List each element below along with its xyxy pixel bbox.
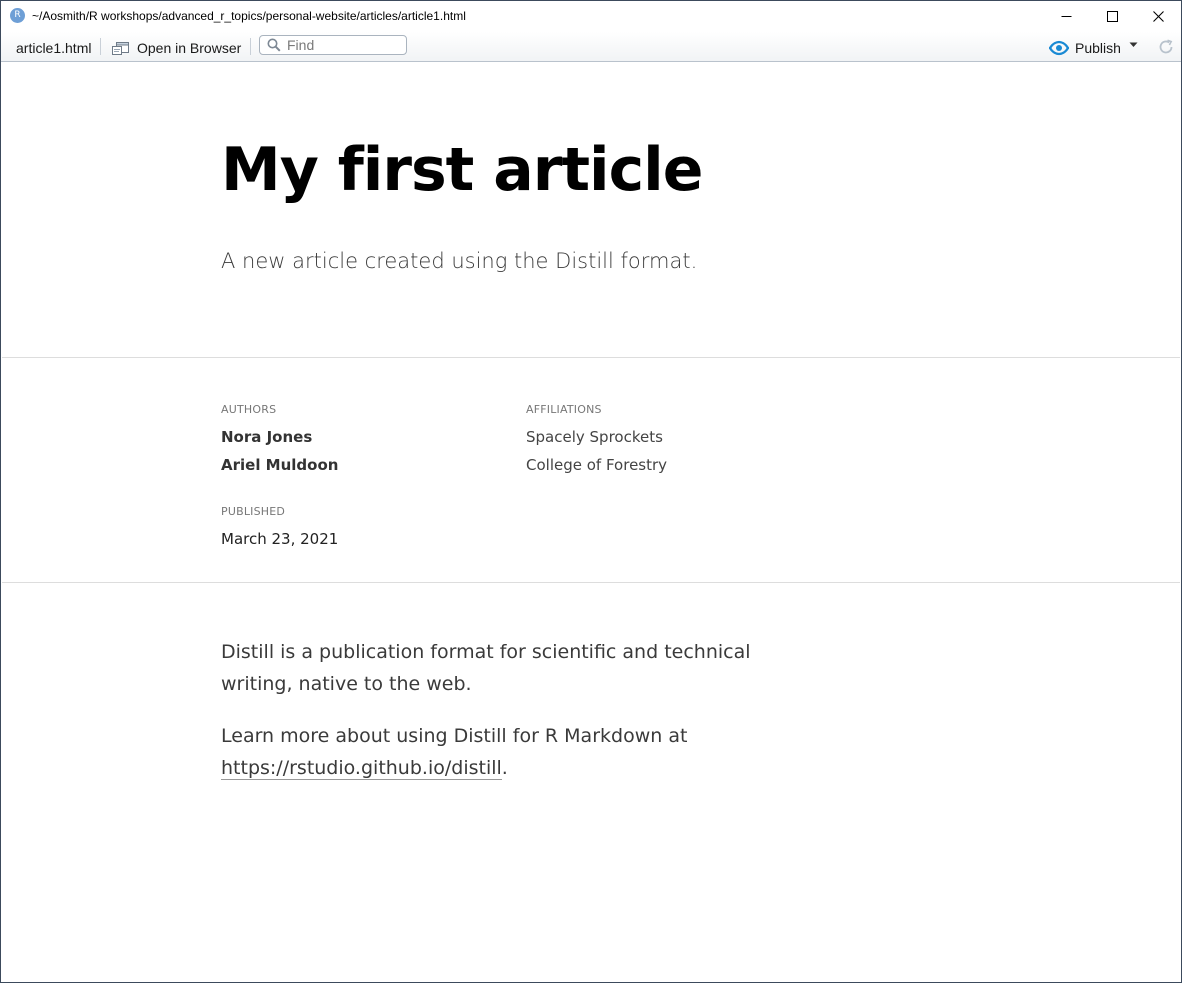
body-paragraph: Learn more about using Distill for R Mar… [221,720,801,784]
author-affiliation: Spacely Sprockets [526,428,663,446]
body-text: . [501,757,508,779]
affiliations-label: AFFILIATIONS [526,403,602,416]
publish-menu-button[interactable] [1129,42,1138,48]
magnifier-icon [267,38,281,52]
header-divider [2,357,1180,358]
minimize-button[interactable] [1043,1,1089,31]
publish-eye-icon [1049,40,1069,56]
article-description: A new article created using the Distill … [221,249,698,273]
refresh-button[interactable] [1157,38,1175,56]
close-button[interactable] [1135,1,1181,31]
open-in-browser-label: Open in Browser [137,40,242,56]
published-date: March 23, 2021 [221,530,339,548]
author-name: Ariel Muldoon [221,456,339,474]
byline-divider [2,582,1180,583]
file-tab[interactable]: article1.html [16,40,91,56]
viewer-window: R ~/Aosmith/R workshops/advanced_r_topic… [0,0,1182,983]
body-text: Learn more about using Distill for R Mar… [221,725,688,747]
authors-label: AUTHORS [221,403,277,416]
find-input[interactable] [287,37,397,53]
minimize-icon [1061,15,1071,17]
title-bar: R ~/Aosmith/R workshops/advanced_r_topic… [1,1,1181,32]
window-title: ~/Aosmith/R workshops/advanced_r_topics/… [32,9,466,23]
article-title: My first article [221,135,703,205]
browser-window-icon [111,41,130,56]
find-box[interactable] [259,35,407,55]
publish-button[interactable]: Publish [1049,38,1121,58]
toolbar-divider [250,38,251,55]
publish-label: Publish [1075,40,1121,56]
author-affiliation: College of Forestry [526,456,668,474]
maximize-button[interactable] [1089,1,1135,31]
distill-docs-link[interactable]: https://rstudio.github.io/distill [221,757,502,780]
toolbar-divider [100,38,101,55]
viewer-toolbar: article1.html Open in Browser Find Publi… [1,32,1181,62]
author-name: Nora Jones [221,428,313,446]
open-in-browser-button[interactable]: Open in Browser [111,38,241,58]
published-label: PUBLISHED [221,505,286,518]
maximize-icon [1106,10,1118,22]
close-icon [1152,10,1164,22]
caret-down-icon [1129,42,1138,47]
r-logo-icon: R [10,8,25,23]
body-paragraph: Distill is a publication format for scie… [221,641,751,695]
article-viewport[interactable]: My first article A new article created u… [2,62,1180,981]
refresh-icon [1159,39,1173,54]
